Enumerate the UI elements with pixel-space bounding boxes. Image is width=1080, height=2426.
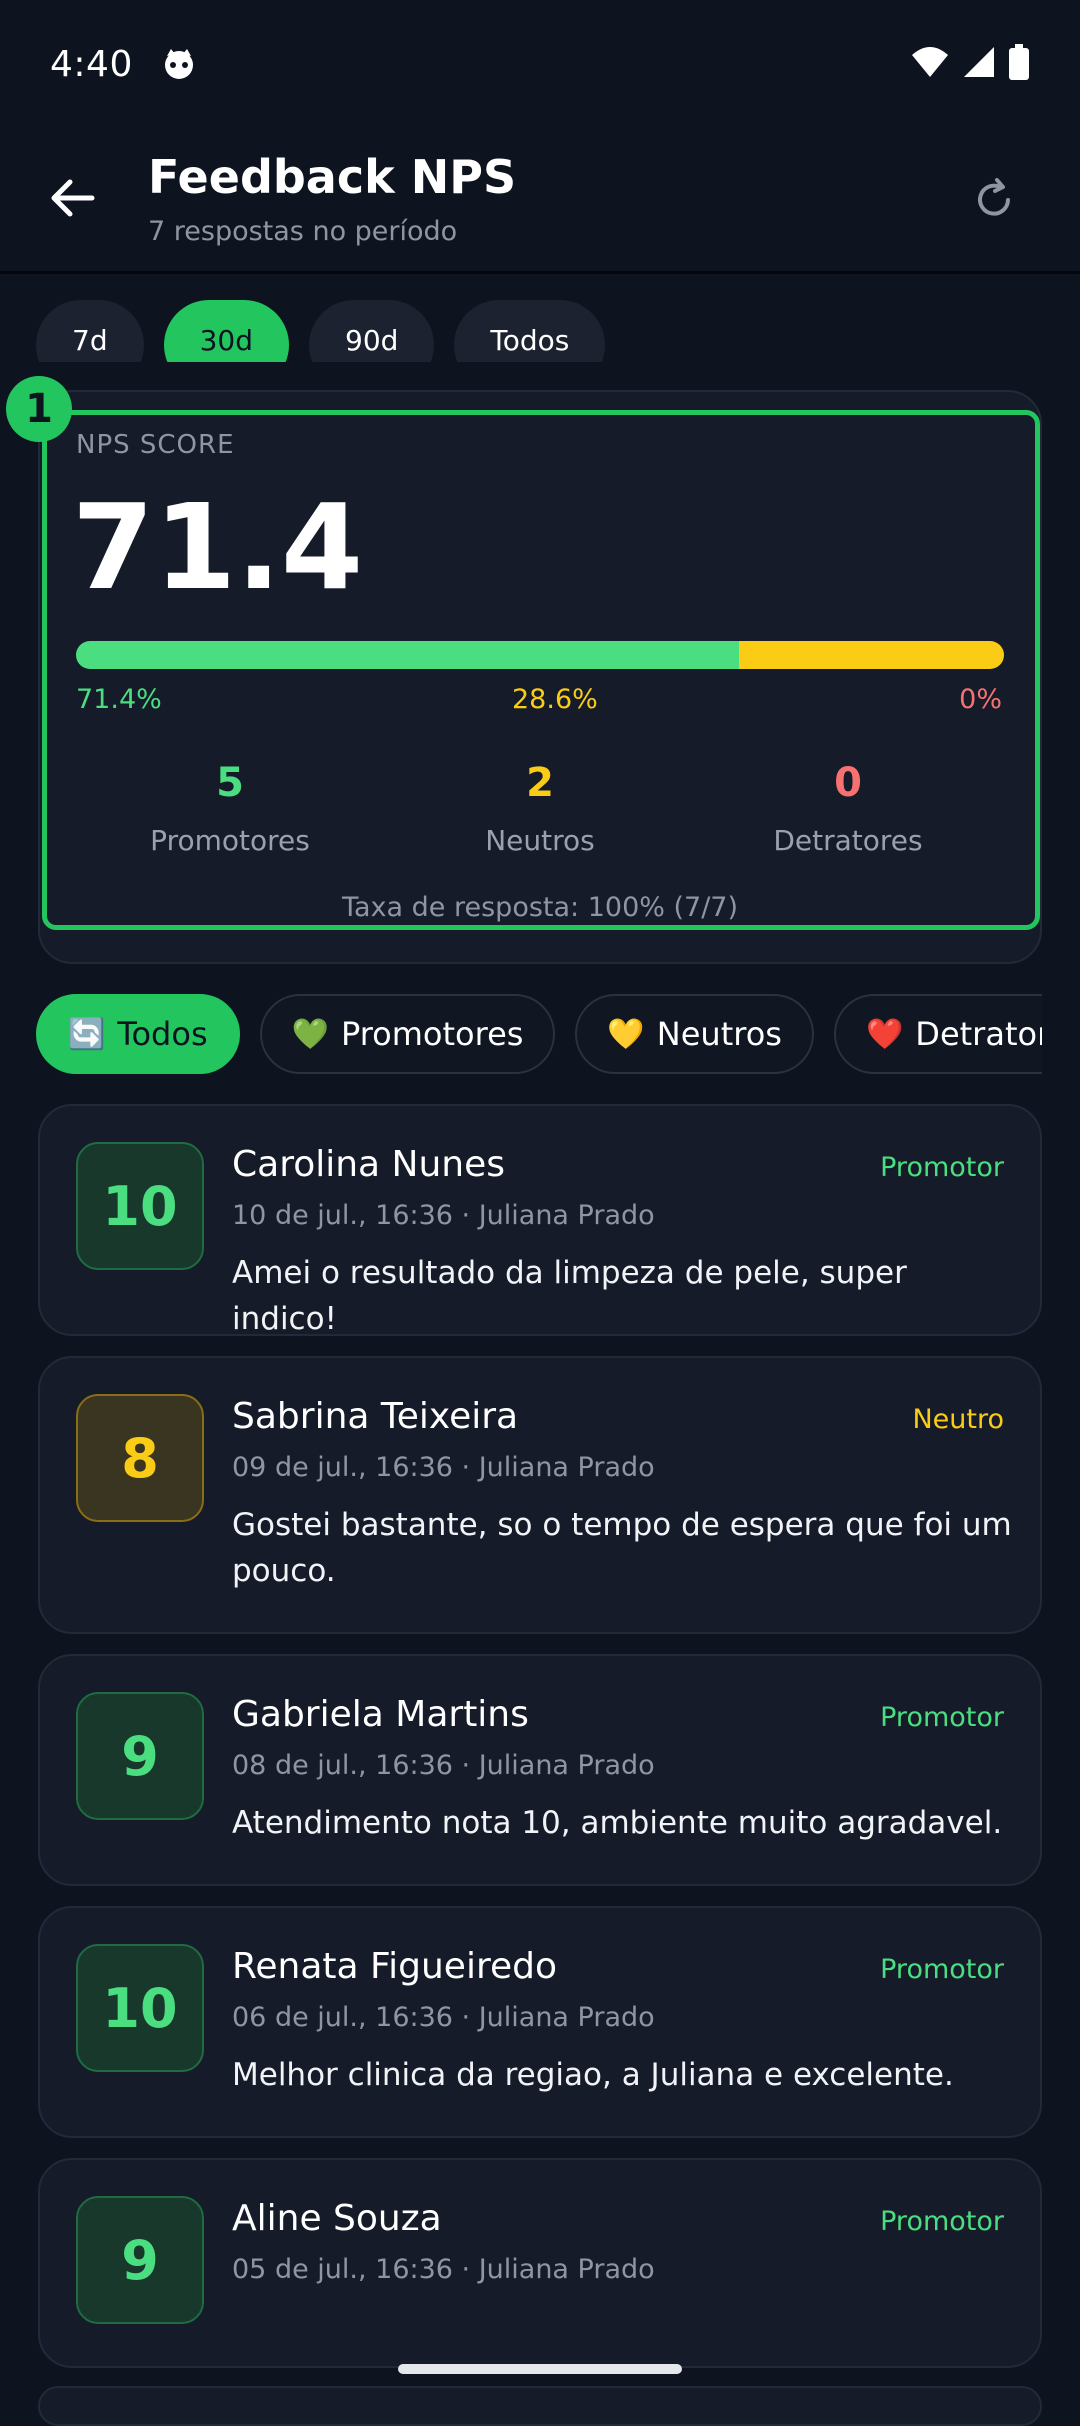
- feedback-meta: 10 de jul., 16:36 · Juliana Prado: [232, 1200, 655, 1231]
- response-rate: Taxa de resposta: 100% (7/7): [341, 892, 739, 923]
- feedback-card[interactable]: 10 Renata Figueiredo Promotor 06 de jul.…: [38, 1906, 1042, 2138]
- feedback-card[interactable]: 9 Gabriela Martins Promotor 08 de jul., …: [38, 1654, 1042, 1886]
- feedback-comment: Amei o resultado da limpeza de pele, sup…: [232, 1255, 907, 1337]
- feedback-card[interactable]: [38, 2386, 1042, 2426]
- cat-notification-icon: [161, 46, 197, 82]
- feedback-category-badge: Promotor: [880, 2206, 1004, 2237]
- feedback-category-badge: Neutro: [912, 1404, 1004, 1435]
- nps-score-value: 71.4: [72, 478, 364, 616]
- period-7d-chip[interactable]: 7d: [36, 300, 144, 362]
- promoters-segment: [76, 641, 739, 669]
- feedback-comment: Atendimento nota 10, ambiente muito agra…: [232, 1805, 1003, 1841]
- promoters-percent: 71.4%: [76, 684, 162, 715]
- feedback-name: Gabriela Martins: [232, 1694, 529, 1735]
- detractors-stat: 0 Detratores: [718, 760, 978, 857]
- wifi-icon: [910, 45, 950, 83]
- detractors-count: 0: [834, 760, 862, 806]
- filter-label: Promotores: [340, 1015, 524, 1053]
- feedback-comment: Melhor clinica da regiao, a Juliana e ex…: [232, 2057, 954, 2093]
- battery-icon: [1008, 44, 1030, 84]
- neutrals-percent: 28.6%: [512, 684, 598, 715]
- filter-all-chip[interactable]: 🔄 Todos: [36, 994, 240, 1074]
- filter-label: Neutros: [656, 1015, 782, 1053]
- signal-icon: [962, 45, 996, 83]
- app-header: Feedback NPS 7 respostas no período: [0, 128, 1080, 274]
- refresh-button[interactable]: [962, 168, 1026, 232]
- feedback-card[interactable]: 8 Sabrina Teixeira Neutro 09 de jul., 16…: [38, 1356, 1042, 1634]
- promoters-count: 5: [216, 760, 244, 806]
- yellow-heart-icon: 💛: [607, 1016, 645, 1052]
- page-title: Feedback NPS: [148, 150, 517, 204]
- feedback-card[interactable]: 9 Aline Souza Promotor 05 de jul., 16:36…: [38, 2158, 1042, 2368]
- filter-label: Detratores: [915, 1015, 1042, 1053]
- status-time: 4:40: [50, 43, 133, 85]
- filter-neutrals-chip[interactable]: 💛 Neutros: [575, 994, 814, 1074]
- feedback-meta: 09 de jul., 16:36 · Juliana Prado: [232, 1452, 655, 1483]
- filter-promoters-chip[interactable]: 💚 Promotores: [259, 994, 556, 1074]
- feedback-name: Sabrina Teixeira: [232, 1396, 519, 1437]
- promoters-stat: 5 Promotores: [100, 760, 360, 857]
- feedback-meta: 08 de jul., 16:36 · Juliana Prado: [232, 1750, 655, 1781]
- feedback-score: 10: [76, 1944, 204, 2072]
- feedback-score: 8: [76, 1394, 204, 1522]
- back-button[interactable]: [40, 166, 104, 230]
- green-heart-icon: 💚: [291, 1016, 329, 1052]
- detractors-percent: 0%: [959, 684, 1002, 715]
- promoters-label: Promotores: [150, 824, 310, 857]
- detractors-label: Detratores: [773, 824, 923, 857]
- nps-distribution-bar: [76, 641, 1004, 669]
- feedback-name: Carolina Nunes: [232, 1144, 506, 1185]
- refresh-icon: [978, 178, 1010, 216]
- feedback-category-badge: Promotor: [880, 1954, 1004, 1985]
- step-marker: 1: [6, 376, 72, 442]
- filter-detractors-chip[interactable]: ❤️ Detratores: [833, 994, 1042, 1074]
- home-indicator[interactable]: [398, 2364, 682, 2374]
- filter-label: Todos: [117, 1015, 208, 1053]
- arrow-left-icon: [51, 179, 95, 217]
- category-filter: 🔄 Todos 💚 Promotores 💛 Neutros ❤️ Detrat…: [36, 994, 1042, 1076]
- feedback-score: 9: [76, 2196, 204, 2324]
- feedback-category-badge: Promotor: [880, 1702, 1004, 1733]
- red-heart-icon: ❤️: [865, 1016, 904, 1052]
- feedback-comment: Gostei bastante, so o tempo de espera qu…: [232, 1507, 1012, 1589]
- feedback-category-badge: Promotor: [880, 1152, 1004, 1183]
- feedback-card[interactable]: 10 Carolina Nunes Promotor 10 de jul., 1…: [38, 1104, 1042, 1337]
- feedback-score: 10: [76, 1142, 204, 1270]
- feedback-score: 9: [76, 1692, 204, 1820]
- period-all-chip[interactable]: Todos: [454, 300, 606, 362]
- page-subtitle: 7 respostas no período: [148, 216, 458, 247]
- neutrals-count: 2: [526, 760, 554, 806]
- feedback-name: Renata Figueiredo: [232, 1946, 557, 1987]
- nps-score-label: NPS SCORE: [76, 430, 235, 460]
- refresh-emoji-icon: 🔄: [68, 1016, 106, 1052]
- period-30d-chip[interactable]: 30d: [163, 300, 289, 362]
- feedback-name: Aline Souza: [232, 2198, 442, 2239]
- feedback-meta: 06 de jul., 16:36 · Juliana Prado: [232, 2002, 655, 2033]
- feedback-meta: 05 de jul., 16:36 · Juliana Prado: [232, 2254, 655, 2285]
- period-selector: 7d 30d 90d Todos: [36, 300, 606, 362]
- neutrals-stat: 2 Neutros: [410, 760, 670, 857]
- status-bar: 4:40: [0, 0, 1080, 128]
- neutrals-segment: [738, 641, 1004, 669]
- status-icons: [910, 44, 1030, 84]
- neutrals-label: Neutros: [485, 824, 595, 857]
- period-90d-chip[interactable]: 90d: [309, 300, 435, 362]
